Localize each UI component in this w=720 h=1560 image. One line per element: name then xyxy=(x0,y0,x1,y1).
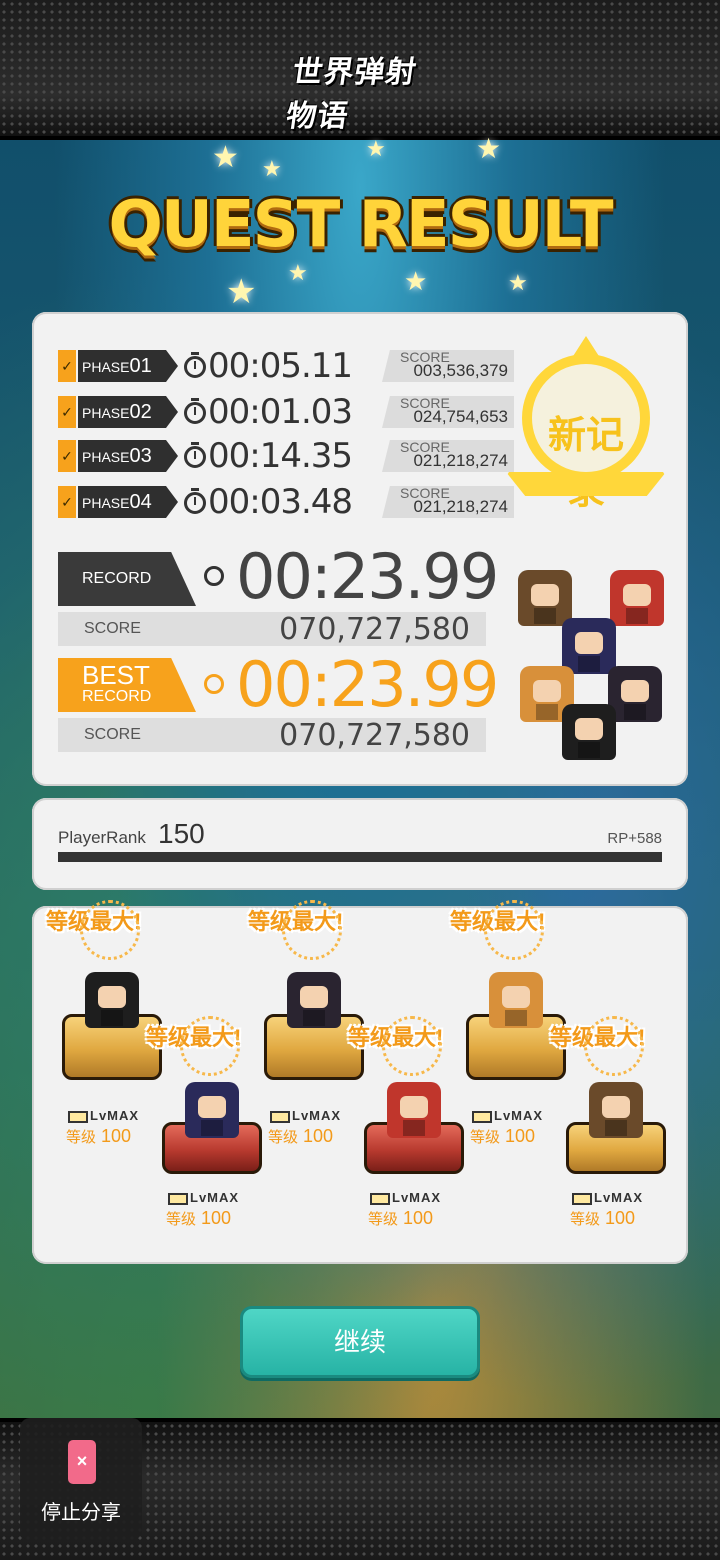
record-score-value: 070,727,580 xyxy=(279,612,470,647)
unit-level: 等级 100 xyxy=(268,1126,334,1146)
star-icon: ★ xyxy=(262,156,282,181)
phase-score: SCORE 021,218,274 xyxy=(382,486,514,518)
game-logo: 世界弹射物语 xyxy=(284,55,430,134)
check-icon: ✓ xyxy=(58,440,76,472)
phase-label: PHASE03 xyxy=(78,440,178,472)
phone-stop-icon: × xyxy=(68,1440,96,1484)
unit-character xyxy=(489,972,543,1028)
best-score-bar: SCORE 070,727,580 xyxy=(58,718,486,753)
party-character xyxy=(562,618,616,674)
level-max-burst: 等级最大! xyxy=(550,1016,680,1076)
best-record-time: 00:23.99 xyxy=(236,648,499,721)
unit-character xyxy=(287,972,341,1028)
level-max-burst: 等级最大! xyxy=(248,900,378,960)
lvmax-badge: LvMAX xyxy=(472,1108,556,1124)
unit-level: 等级 100 xyxy=(368,1208,434,1228)
unit-level: 等级 100 xyxy=(570,1208,636,1228)
party-character xyxy=(562,704,616,760)
party-character xyxy=(610,570,664,626)
continue-button[interactable]: 继续 xyxy=(240,1306,480,1378)
unit-character xyxy=(185,1082,239,1138)
unit-level: 等级 100 xyxy=(470,1126,536,1146)
phase-label: PHASE01 xyxy=(78,350,178,382)
phase-time: 00:01.03 xyxy=(208,392,353,432)
phase-row: ✓ PHASE04 00:03.48 SCORE 021,218,274 xyxy=(58,482,514,522)
score-value: 021,218,274 xyxy=(413,497,508,516)
unit-card: 等级最大! LvMAX 等级 100 xyxy=(550,1016,670,1272)
level-panel: 等级最大! LvMAX 等级 100 等级最大! LvMAX 等级 100 等级… xyxy=(32,900,688,1264)
phase-row: ✓ PHASE01 00:05.11 SCORE 003,536,379 xyxy=(58,346,514,386)
stamp-text: 新记录 xyxy=(547,415,624,512)
logo-text: 世界弹射物语 xyxy=(283,55,420,134)
stop-share-label: 停止分享 xyxy=(41,1502,121,1524)
record-time: 00:23.99 xyxy=(236,540,499,613)
record-label: RECORD xyxy=(58,552,196,606)
level-max-burst: 等级最大! xyxy=(146,1016,276,1076)
unit-card: 等级最大! LvMAX 等级 100 xyxy=(348,1016,468,1272)
phase-score: SCORE 024,754,653 xyxy=(382,396,514,428)
stop-share-button[interactable]: × 停止分享 xyxy=(20,1418,142,1540)
check-icon: ✓ xyxy=(58,486,76,518)
stopwatch-icon xyxy=(204,674,224,694)
stopwatch-icon xyxy=(204,566,224,586)
unit-character xyxy=(589,1082,643,1138)
stamp-ring: 新记录 xyxy=(522,354,650,512)
phase-score: SCORE 021,218,274 xyxy=(382,440,514,472)
star-icon: ★ xyxy=(476,133,502,164)
unit-character xyxy=(387,1082,441,1138)
lvmax-badge: LvMAX xyxy=(572,1190,656,1206)
lvmax-badge: LvMAX xyxy=(270,1108,354,1124)
star-icon: ★ xyxy=(212,141,239,174)
check-icon: ✓ xyxy=(58,396,76,428)
rank-progress-bar xyxy=(58,852,662,862)
unit-character xyxy=(85,972,139,1028)
score-value: 024,754,653 xyxy=(413,407,508,426)
unit-level: 等级 100 xyxy=(66,1126,132,1146)
party-character xyxy=(608,666,662,722)
phase-row: ✓ PHASE03 00:14.35 SCORE 021,218,274 xyxy=(58,436,514,476)
best-score-value: 070,727,580 xyxy=(279,718,470,753)
phase-score: SCORE 003,536,379 xyxy=(382,350,514,382)
party-character xyxy=(518,570,572,626)
level-max-burst: 等级最大! xyxy=(46,900,176,960)
stopwatch-icon xyxy=(184,398,206,424)
score-label: SCORE xyxy=(84,620,141,637)
result-panel: ✓ PHASE01 00:05.11 SCORE 003,536,379 ✓ P… xyxy=(32,312,688,786)
phase-time: 00:05.11 xyxy=(208,346,353,386)
phase-row: ✓ PHASE02 00:01.03 SCORE 024,754,653 xyxy=(58,392,514,432)
unit-level: 等级 100 xyxy=(166,1208,232,1228)
rank-points: RP+588 xyxy=(607,830,662,847)
player-rank-value: 150 xyxy=(158,818,205,849)
phase-label: PHASE04 xyxy=(78,486,178,518)
star-icon: ★ xyxy=(288,260,308,285)
phase-time: 00:14.35 xyxy=(208,436,353,476)
star-icon: ★ xyxy=(508,270,528,295)
star-icon: ★ xyxy=(226,273,257,311)
lvmax-badge: LvMAX xyxy=(68,1108,152,1124)
unit-card: 等级最大! LvMAX 等级 100 xyxy=(146,1016,266,1272)
stopwatch-icon xyxy=(184,488,206,514)
record-score-bar: SCORE 070,727,580 xyxy=(58,612,486,647)
level-max-burst: 等级最大! xyxy=(450,900,580,960)
star-icon: ★ xyxy=(404,266,428,296)
player-rank-label: PlayerRank xyxy=(58,828,146,847)
best-record-label: BEST RECORD xyxy=(58,658,196,712)
check-icon: ✓ xyxy=(58,350,76,382)
lvmax-badge: LvMAX xyxy=(168,1190,252,1206)
player-rank-panel: PlayerRank 150 RP+588 xyxy=(32,798,688,890)
level-max-burst: 等级最大! xyxy=(348,1016,478,1076)
score-label: SCORE xyxy=(84,726,141,743)
stopwatch-icon xyxy=(184,442,206,468)
phase-time: 00:03.48 xyxy=(208,482,353,522)
score-value: 003,536,379 xyxy=(413,361,508,380)
quest-result-title: QUEST RESULT xyxy=(108,188,613,262)
phase-label: PHASE02 xyxy=(78,396,178,428)
stopwatch-icon xyxy=(184,352,206,378)
star-icon: ★ xyxy=(366,136,386,161)
header-bar: 世界弹射物语 xyxy=(0,0,720,140)
new-record-stamp: 新记录 xyxy=(506,332,666,512)
lvmax-badge: LvMAX xyxy=(370,1190,454,1206)
score-value: 021,218,274 xyxy=(413,451,508,470)
